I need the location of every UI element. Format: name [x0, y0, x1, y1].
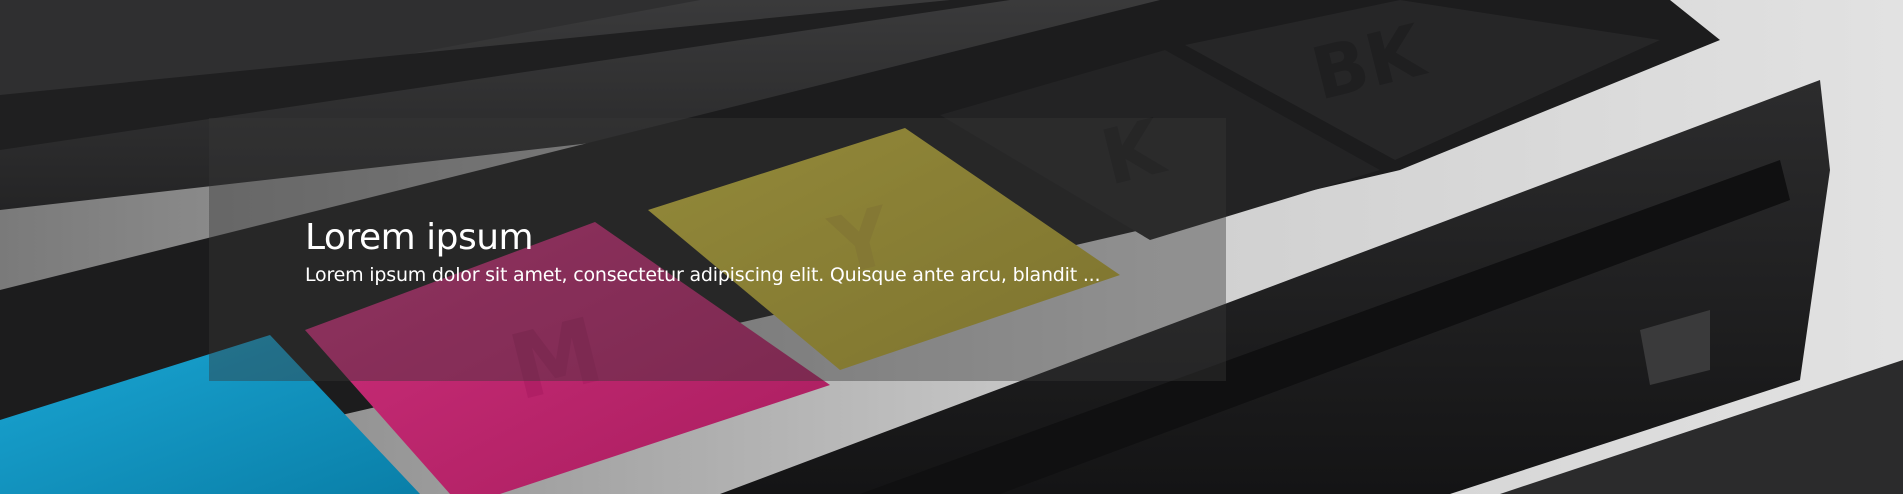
slide-caption: Lorem ipsum Lorem ipsum dolor sit amet, … [209, 118, 1226, 381]
slide-title: Lorem ipsum [305, 217, 534, 258]
hero-slider: M Y K BK Lorem ipsum Lorem ipsum dolor s… [0, 0, 1903, 494]
slide-description: Lorem ipsum dolor sit amet, consectetur … [305, 264, 1101, 286]
